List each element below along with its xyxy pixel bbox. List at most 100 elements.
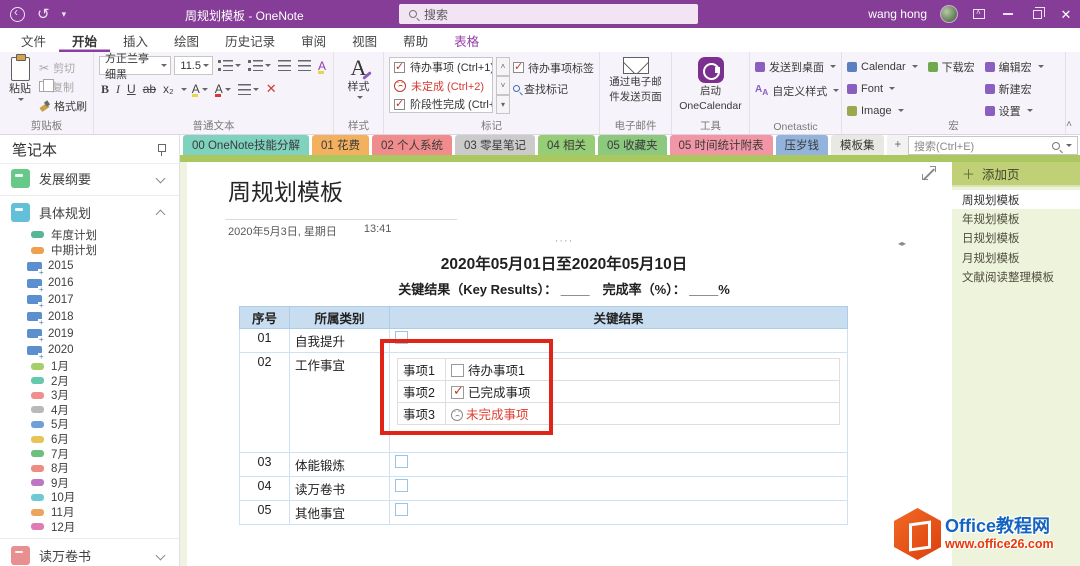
section-month-1[interactable]: 1月 <box>0 359 179 374</box>
section-month-4[interactable]: 4月 <box>0 403 179 418</box>
section-tab-03[interactable]: 03 零星笔记 <box>455 135 536 155</box>
section-month-6[interactable]: 6月 <box>0 432 179 447</box>
section-group-2017[interactable]: 2017 <box>0 292 179 310</box>
todo-checkbox-icon[interactable] <box>395 503 408 516</box>
tag-incomplete[interactable]: 未定成 (Ctrl+2) <box>390 77 492 96</box>
tab-home[interactable]: 开始 <box>59 28 110 52</box>
avatar[interactable] <box>940 5 958 23</box>
section-niandujihua[interactable]: 年度计划 <box>0 227 179 243</box>
pin-icon[interactable] <box>156 143 167 156</box>
week-range-heading[interactable]: 2020年05月01日至2020年05月10日 <box>222 252 906 274</box>
table-row[interactable]: 05 其他事宜 <box>239 500 848 525</box>
undo-icon[interactable]: ↺ <box>37 7 50 22</box>
section-tab-02[interactable]: 02 个人系统 <box>372 135 453 155</box>
section-tab-yasuiqian[interactable]: 压岁钱 <box>775 135 829 155</box>
section-month-8[interactable]: 8月 <box>0 461 179 476</box>
todo-checkbox-icon[interactable] <box>395 455 408 468</box>
page-item-week-template[interactable]: 周规划模板 <box>952 190 1080 210</box>
notebook-duwanjuanshu[interactable]: 读万卷书 <box>0 541 179 566</box>
increase-indent-icon[interactable] <box>296 60 313 71</box>
delete-button[interactable]: ✕ <box>264 81 279 97</box>
page-item-year-template[interactable]: 年规划模板 <box>952 209 1080 228</box>
chevron-down-icon[interactable] <box>155 173 166 184</box>
restore-icon[interactable] <box>1032 7 1045 19</box>
macro-font-button[interactable]: Font <box>847 80 918 97</box>
section-month-7[interactable]: 7月 <box>0 446 179 461</box>
minimize-icon[interactable] <box>1003 13 1013 15</box>
add-section-tab[interactable]: + <box>886 135 910 155</box>
todo-checkbox-icon[interactable] <box>395 479 408 492</box>
tab-view[interactable]: 视图 <box>339 28 390 52</box>
paragraph-align-button[interactable] <box>236 83 261 95</box>
fullscreen-expand-icon[interactable] <box>922 166 936 180</box>
section-month-11[interactable]: 11月 <box>0 505 179 520</box>
todo-tag-button[interactable]: 待办事项标签 <box>513 59 594 76</box>
new-macro-button[interactable]: 新建宏 <box>984 80 1044 97</box>
section-tab-01[interactable]: 01 花费 <box>312 135 370 155</box>
collapse-ribbon-icon[interactable]: ˄ <box>1066 119 1072 130</box>
outline-resize-icon[interactable]: ◂▸ <box>898 239 906 248</box>
add-page-button[interactable]: ＋ 添加页 <box>952 162 1080 187</box>
section-month-3[interactable]: 3月 <box>0 388 179 403</box>
italic-button[interactable]: I <box>114 82 122 97</box>
page-item-day-template[interactable]: 日规划模板 <box>952 229 1080 248</box>
format-painter-button[interactable]: 格式刷 <box>39 97 87 114</box>
macro-settings-button[interactable]: 设置 <box>984 102 1044 119</box>
onecalendar-button[interactable]: 启动 OneCalendar <box>677 56 744 113</box>
tab-history[interactable]: 历史记录 <box>212 28 288 52</box>
chevron-down-icon[interactable] <box>155 550 166 561</box>
section-month-9[interactable]: 9月 <box>0 476 179 491</box>
ribbon-display-options-icon[interactable] <box>973 8 985 19</box>
back-icon[interactable] <box>10 5 25 22</box>
page-search-box[interactable]: 搜索(Ctrl+E) <box>908 136 1078 155</box>
notebook-jutiguihua[interactable]: 具体规划 <box>0 198 179 227</box>
underline-button[interactable]: U <box>125 82 138 96</box>
font-size-select[interactable]: 11.5 <box>174 56 213 75</box>
page-canvas[interactable]: 周规划模板 2020年5月3日, 星期日 13:41 ···· ◂▸ 2020年… <box>180 162 952 566</box>
numbered-list-icon[interactable] <box>246 60 273 71</box>
titlebar-search-box[interactable]: 搜索 <box>399 4 698 24</box>
tab-file[interactable]: 文件 <box>8 28 59 52</box>
section-tab-05-timestats[interactable]: 05 时间统计附表 <box>669 135 773 155</box>
download-macros-button[interactable]: 下载宏 <box>927 58 975 75</box>
clear-formatting-icon[interactable]: A <box>316 59 328 74</box>
macro-calendar-button[interactable]: Calendar <box>847 58 918 75</box>
outline-drag-dots-icon[interactable]: ···· <box>555 235 574 247</box>
tab-draw[interactable]: 绘图 <box>161 28 212 52</box>
tab-review[interactable]: 审阅 <box>288 28 339 52</box>
page-item-literature-template[interactable]: 文献阅读整理模板 <box>952 268 1080 287</box>
decrease-indent-icon[interactable] <box>276 60 293 71</box>
section-month-2[interactable]: 2月 <box>0 373 179 388</box>
notebook-fazhangangyao[interactable]: 发展纲要 <box>0 164 179 193</box>
close-icon[interactable]: ✕ <box>1058 6 1074 22</box>
strikethrough-button[interactable]: ab <box>141 82 158 96</box>
highlight-button[interactable]: A <box>190 82 210 97</box>
tab-table-tools[interactable]: 表格 <box>441 28 492 52</box>
section-group-2020[interactable]: 2020 <box>0 342 179 360</box>
outline-move-handle[interactable]: ···· ◂▸ <box>222 235 906 249</box>
tab-insert[interactable]: 插入 <box>110 28 161 52</box>
subscript-button[interactable]: x₂ <box>161 82 176 96</box>
section-tab-00[interactable]: 00 OneNote技能分解 <box>183 135 310 155</box>
cut-button[interactable]: ✂ 剪切 <box>39 59 87 76</box>
section-tab-05-favorites[interactable]: 05 收藏夹 <box>598 135 667 155</box>
page-title[interactable]: 周规划模板 <box>228 173 343 207</box>
tag-todo[interactable]: 待办事项 (Ctrl+1) <box>390 58 492 77</box>
section-zhongqijihua[interactable]: 中期计划 <box>0 243 179 259</box>
section-month-12[interactable]: 12月 <box>0 519 179 534</box>
paste-button[interactable]: 粘贴 <box>5 54 35 119</box>
user-name[interactable]: wang hong <box>868 7 927 21</box>
bullet-list-icon[interactable] <box>216 60 243 71</box>
section-month-10[interactable]: 10月 <box>0 490 179 505</box>
chevron-down-icon[interactable] <box>180 87 187 91</box>
table-row[interactable]: 03 体能锻炼 <box>239 452 848 477</box>
styles-button[interactable]: A 样式 <box>339 56 378 100</box>
tags-scroll-up[interactable]: ˄ <box>496 57 510 76</box>
copy-button[interactable]: 复制 <box>39 78 87 95</box>
send-to-desktop-button[interactable]: 发送到桌面 <box>755 58 836 75</box>
edit-macro-button[interactable]: 编辑宏 <box>984 58 1044 75</box>
custom-styles-button[interactable]: AA 自定义样式 <box>755 82 840 99</box>
tag-phase-complete[interactable]: 阶段性完成 (Ctrl+3) <box>390 95 492 112</box>
find-tags-button[interactable]: 查找标记 <box>513 80 594 97</box>
page-item-month-template[interactable]: 月规划模板 <box>952 248 1080 267</box>
